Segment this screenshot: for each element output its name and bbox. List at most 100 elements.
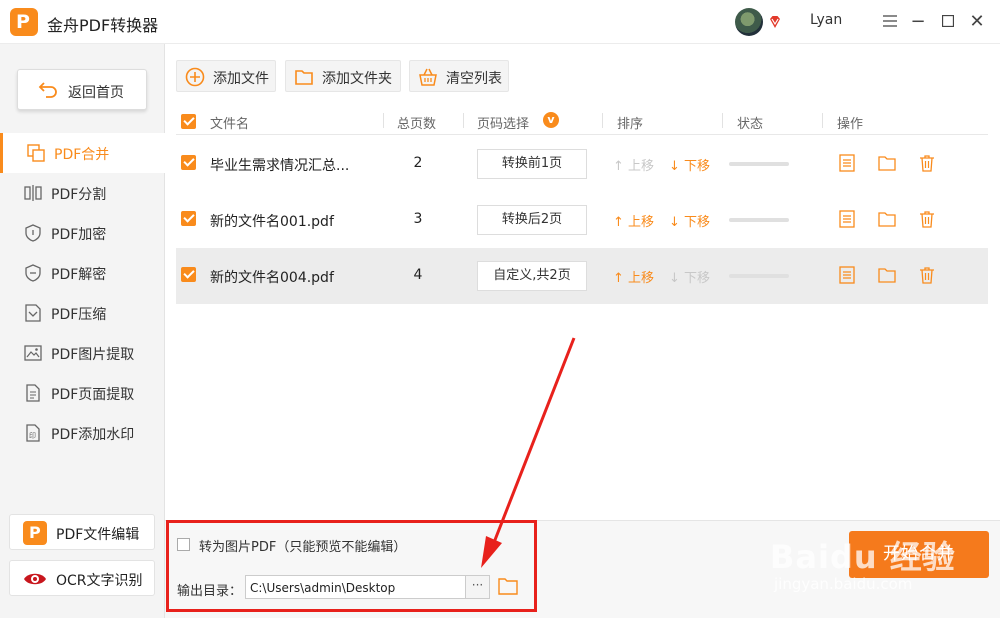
shield-lock-icon [25,224,41,242]
status-progress [729,218,789,222]
add-file-button[interactable]: 添加文件 [176,60,276,92]
col-header-page-select: 页码选择 [477,117,530,132]
trash-icon[interactable] [918,154,936,172]
minimize-button[interactable]: − [906,10,930,34]
pdf-edit-button[interactable]: P PDF文件编辑 [9,514,155,550]
document-icon[interactable] [838,154,856,172]
watermark-icon: 印 [26,424,40,442]
shield-unlock-icon [25,264,41,282]
column-divider [463,113,464,128]
table-row[interactable]: 新的文件名001.pdf 3 转换后2页 ↑ 上移 ↓ 下移 [176,192,988,248]
app-logo-icon: P [10,8,38,36]
document-icon[interactable] [838,266,856,284]
page-range-button[interactable]: 转换前1页 [477,149,587,179]
move-down-button[interactable]: ↓ 下移 [669,155,710,174]
back-home-button[interactable]: 返回首页 [17,69,147,110]
move-down-button[interactable]: ↓ 下移 [669,267,710,286]
annotation-highlight-box [166,520,537,612]
page-range-button[interactable]: 转换后2页 [477,205,587,235]
sidebar-item-label: PDF页面提取 [51,387,135,403]
select-all-checkbox[interactable] [181,114,196,129]
sidebar-item-pdf-split[interactable]: PDF分割 [0,173,165,213]
split-icon [24,185,42,201]
merge-icon [27,144,45,162]
sidebar-item-pdf-image-extract[interactable]: PDF图片提取 [0,333,165,373]
column-divider [722,113,723,128]
sidebar-item-pdf-merge[interactable]: PDF合并 [0,133,165,173]
username[interactable]: Lyan [810,12,842,28]
trash-icon[interactable] [918,266,936,284]
add-folder-label: 添加文件夹 [322,71,392,87]
move-up-label: 上移 [628,271,655,286]
table-header: 文件名 总页数 页码选择 v 排序 状态 操作 [176,107,988,135]
close-button[interactable]: ✕ [965,10,989,34]
ocr-button[interactable]: OCR文字识别 [9,560,155,596]
move-down-button[interactable]: ↓ 下移 [669,211,710,230]
ocr-label: OCR文字识别 [56,573,143,589]
add-file-label: 添加文件 [213,71,269,87]
watermark-url: jingyan.baidu.com [774,575,913,593]
sidebar: 返回首页 PDF合并 PDF分割 PDF加密 PDF解密 PDF压缩 PDF图片… [0,44,165,618]
column-divider [822,113,823,128]
sidebar-item-label: PDF添加水印 [51,427,135,443]
file-name: 毕业生需求情况汇总... [210,158,350,174]
folder-icon[interactable] [878,266,896,284]
row-checkbox[interactable] [181,211,196,226]
folder-icon[interactable] [878,210,896,228]
clear-list-button[interactable]: 清空列表 [409,60,509,92]
page-count: 2 [413,155,423,171]
table-row[interactable]: 毕业生需求情况汇总... 2 转换前1页 ↑ 上移 ↓ 下移 [176,136,988,192]
page-icon [26,384,40,402]
sidebar-item-pdf-page-extract[interactable]: PDF页面提取 [0,373,165,413]
pdf-edit-label: PDF文件编辑 [56,527,140,543]
svg-text:印: 印 [29,432,36,440]
sidebar-item-label: PDF压缩 [51,307,107,323]
sidebar-item-pdf-compress[interactable]: PDF压缩 [0,293,165,333]
vip-badge-icon [770,16,780,28]
trash-icon[interactable] [918,210,936,228]
file-name: 新的文件名001.pdf [210,214,334,230]
move-up-button[interactable]: ↑ 上移 [613,267,654,286]
page-range-button[interactable]: 自定义,共2页 [477,261,587,291]
row-checkbox[interactable] [181,155,196,170]
move-up-button[interactable]: ↑ 上移 [613,211,654,230]
back-home-label: 返回首页 [68,85,124,101]
add-circle-icon [185,67,205,87]
watermark-brand: Baidu 经验 [770,538,956,576]
page-select-dropdown-icon[interactable]: v [543,112,559,128]
status-progress [729,162,789,166]
avatar[interactable] [735,8,763,36]
move-up-label: 上移 [628,215,655,230]
document-icon[interactable] [838,210,856,228]
basket-icon [419,68,437,86]
column-divider [602,113,603,128]
pdf-edit-icon: P [23,521,47,545]
sidebar-item-pdf-watermark[interactable]: 印 PDF添加水印 [0,413,165,453]
sidebar-item-pdf-encrypt[interactable]: PDF加密 [0,213,165,253]
add-folder-button[interactable]: 添加文件夹 [285,60,401,92]
app-title: 金舟PDF转换器 [47,16,159,35]
return-icon [38,82,57,98]
maximize-button[interactable] [936,10,960,34]
file-name: 新的文件名004.pdf [210,270,334,286]
sidebar-item-label: PDF解密 [51,267,107,283]
page-count: 3 [413,211,423,227]
col-header-pages: 总页数 [397,117,437,132]
column-divider [383,113,384,128]
table-row[interactable]: 新的文件名004.pdf 4 自定义,共2页 ↑ 上移 ↓ 下移 [176,248,988,304]
move-down-label: 下移 [684,159,711,174]
folder-icon [295,70,313,85]
col-header-actions: 操作 [837,117,864,132]
move-up-label: 上移 [628,159,655,174]
col-header-status: 状态 [737,117,764,132]
move-up-button[interactable]: ↑ 上移 [613,155,654,174]
move-down-label: 下移 [684,215,711,230]
compress-icon [25,304,41,322]
image-icon [24,345,42,361]
move-down-label: 下移 [684,271,711,286]
folder-icon[interactable] [878,154,896,172]
row-checkbox[interactable] [181,267,196,282]
sidebar-item-pdf-decrypt[interactable]: PDF解密 [0,253,165,293]
col-header-order: 排序 [617,117,644,132]
menu-icon[interactable] [878,10,902,34]
